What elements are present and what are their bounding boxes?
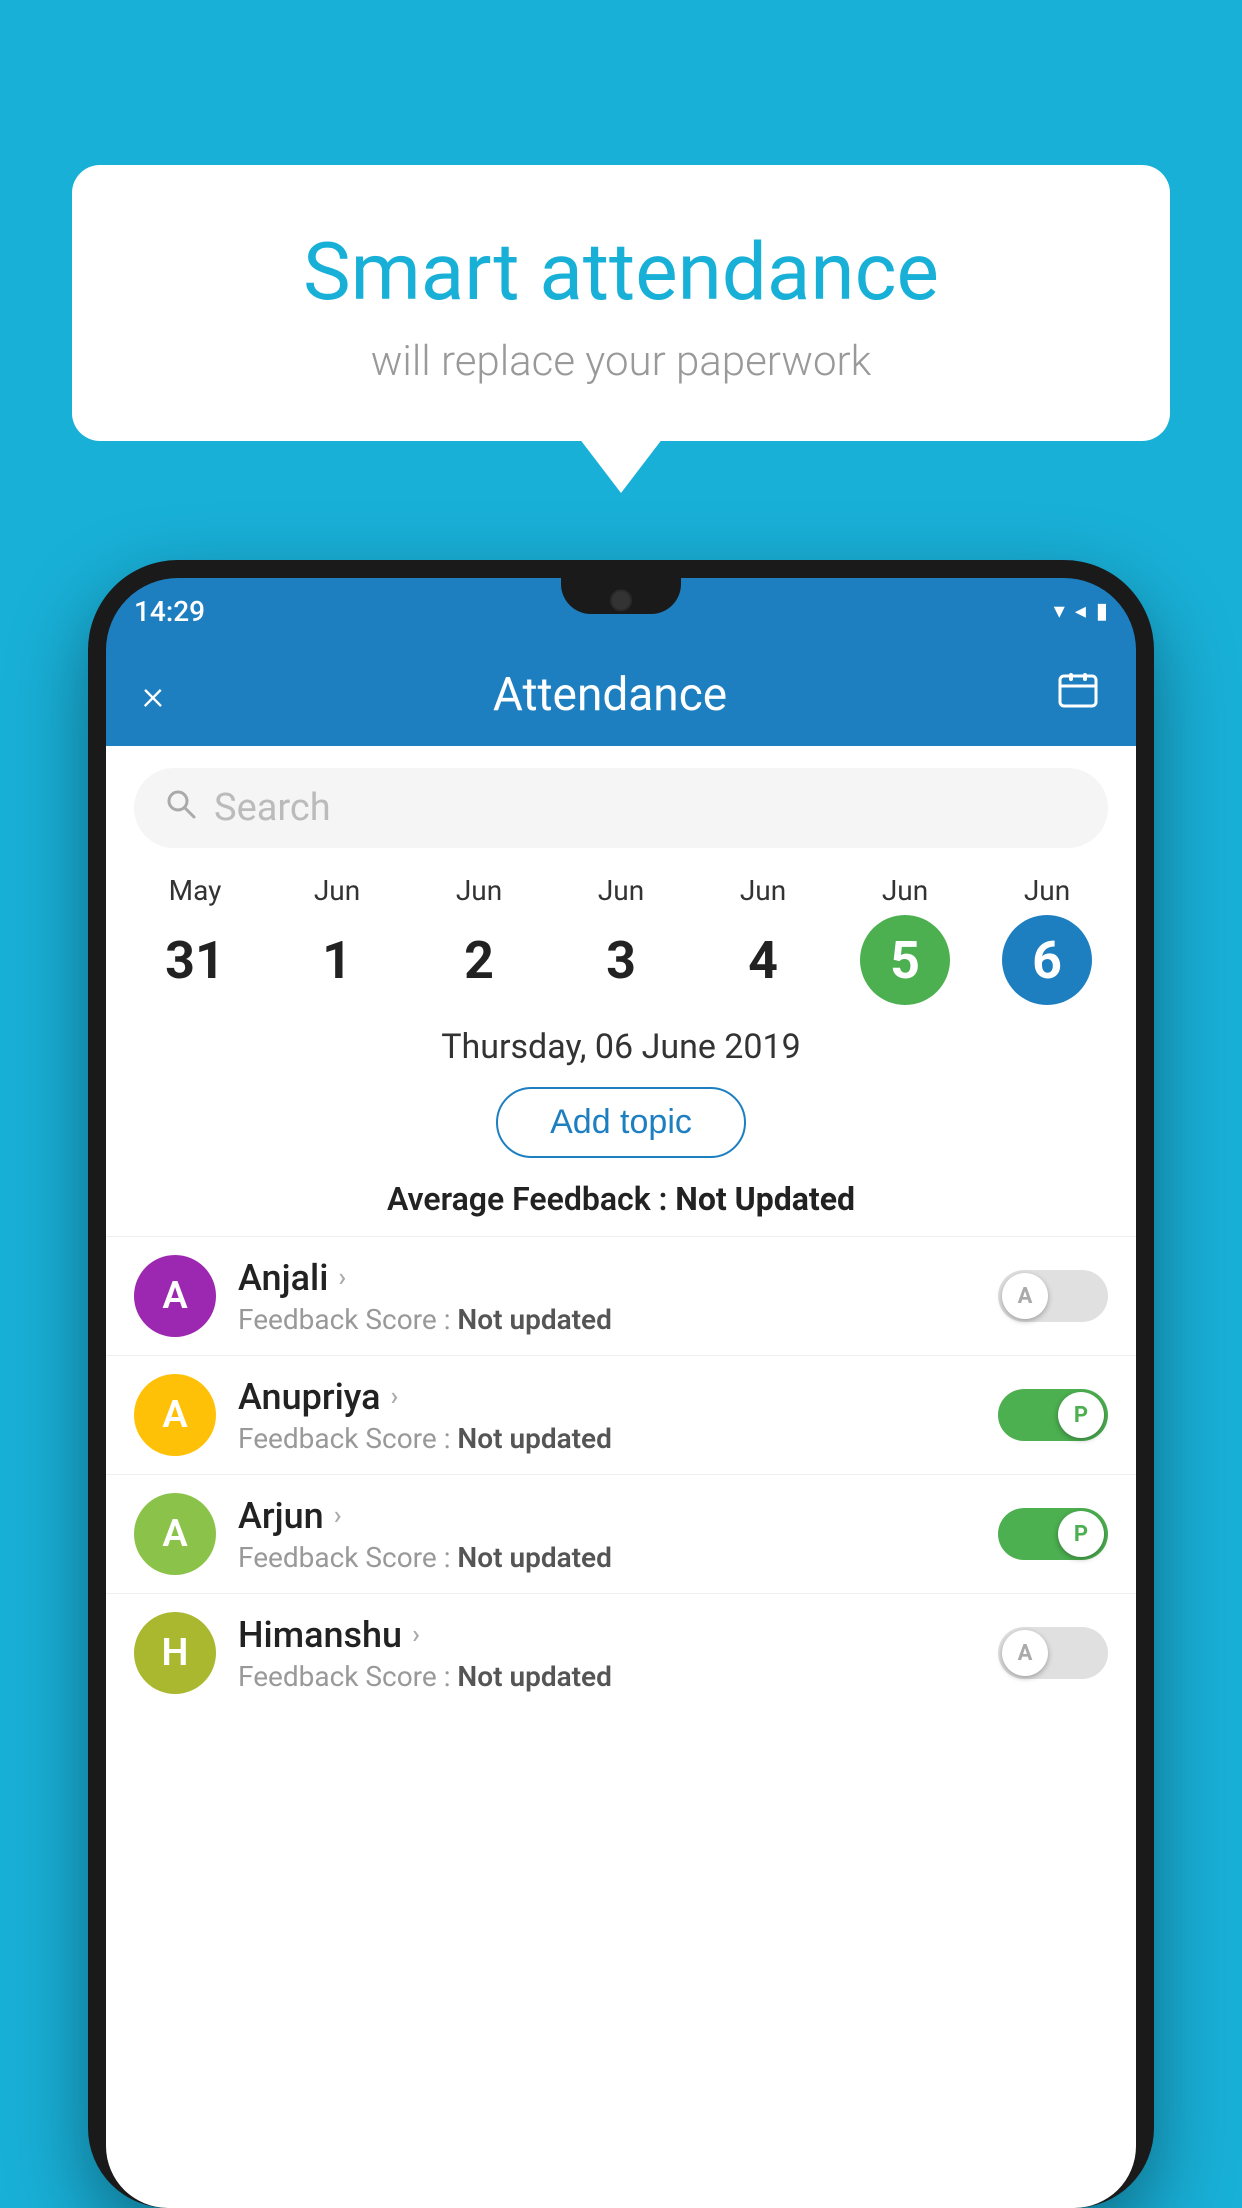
student-info: Anjali › Feedback Score : Not updated [238,1257,976,1336]
status-time: 14:29 [134,595,205,628]
avatar: A [134,1255,216,1337]
date-month: Jun [456,874,502,907]
student-list: AAnjali ›Feedback Score : Not updatedAAA… [106,1236,1136,1712]
search-input[interactable]: Search [214,786,331,830]
date-col[interactable]: Jun 6 [1002,874,1092,1005]
date-col[interactable]: Jun 1 [292,874,382,1005]
toggle-thumb: A [1002,1273,1048,1319]
date-col[interactable]: Jun 3 [576,874,666,1005]
attendance-toggle[interactable]: P [998,1508,1108,1560]
notch [561,578,681,614]
calendar-icon[interactable] [1056,668,1100,722]
feedback-score: Feedback Score : Not updated [238,1541,976,1574]
date-month: Jun [1024,874,1070,907]
search-bar[interactable]: Search [134,768,1108,848]
feedback-score: Feedback Score : Not updated [238,1660,976,1693]
date-col[interactable]: May 31 [150,874,240,1005]
date-month: Jun [314,874,360,907]
attendance-toggle[interactable]: A [998,1627,1108,1679]
student-info: Himanshu › Feedback Score : Not updated [238,1614,976,1693]
close-button[interactable]: × [142,671,164,720]
selected-date-label: Thursday, 06 June 2019 [106,1009,1136,1079]
wifi-icon: ▾ [1054,599,1065,624]
student-name: Anjali › [238,1257,976,1299]
date-col[interactable]: Jun 2 [434,874,524,1005]
status-bar: 14:29 ▾ ◂ ▮ [106,578,1136,644]
student-name: Anupriya › [238,1376,976,1418]
avatar: A [134,1374,216,1456]
avg-feedback: Average Feedback : Not Updated [106,1176,1136,1236]
signal-icon: ◂ [1075,599,1086,624]
date-day[interactable]: 2 [434,915,524,1005]
search-icon [164,787,198,830]
student-row[interactable]: A Anjali › Feedback Score : Not updated A [106,1236,1136,1355]
date-day[interactable]: 4 [718,915,808,1005]
bubble-title: Smart attendance [142,225,1100,319]
feedback-score: Feedback Score : Not updated [238,1303,976,1336]
avatar: H [134,1612,216,1694]
chevron-icon: › [334,1501,342,1531]
phone-shell: 14:29 ▾ ◂ ▮ × Attendance [88,560,1154,2208]
header-title: Attendance [493,668,727,722]
chevron-icon: › [412,1620,420,1650]
app-header: × Attendance [106,644,1136,746]
student-info: Arjun › Feedback Score : Not updated [238,1495,976,1574]
date-day[interactable]: 3 [576,915,666,1005]
toggle-thumb: P [1058,1511,1104,1557]
student-row[interactable]: H Himanshu › Feedback Score : Not updated A [106,1593,1136,1712]
camera [610,589,632,611]
date-month: Jun [598,874,644,907]
phone-content: Search May 31 Jun 1 Jun 2 Jun 3 Jun 4 Jun 5 Jun 6 Thu… [106,746,1136,2208]
student-name: Arjun › [238,1495,976,1537]
date-month: Jun [882,874,928,907]
date-picker: May 31 Jun 1 Jun 2 Jun 3 Jun 4 Jun 5 Jun 6 [106,864,1136,1009]
date-month: Jun [740,874,786,907]
student-name: Himanshu › [238,1614,976,1656]
chevron-icon: › [338,1263,346,1293]
phone-inner: 14:29 ▾ ◂ ▮ × Attendance [106,578,1136,2208]
date-day[interactable]: 6 [1002,915,1092,1005]
speech-bubble: Smart attendance will replace your paper… [72,165,1170,441]
bubble-subtitle: will replace your paperwork [142,337,1100,386]
status-icons: ▾ ◂ ▮ [1054,599,1108,624]
date-day[interactable]: 1 [292,915,382,1005]
student-row[interactable]: A Anupriya › Feedback Score : Not updated P [106,1355,1136,1474]
date-col[interactable]: Jun 5 [860,874,950,1005]
add-topic-button[interactable]: Add topic [496,1087,746,1158]
feedback-score: Feedback Score : Not updated [238,1422,976,1455]
toggle-thumb: P [1058,1392,1104,1438]
avatar: A [134,1493,216,1575]
student-row[interactable]: A Arjun › Feedback Score : Not updated P [106,1474,1136,1593]
chevron-icon: › [391,1382,399,1412]
attendance-toggle[interactable]: A [998,1270,1108,1322]
toggle-thumb: A [1002,1630,1048,1676]
date-day[interactable]: 31 [150,915,240,1005]
student-info: Anupriya › Feedback Score : Not updated [238,1376,976,1455]
date-day[interactable]: 5 [860,915,950,1005]
date-month: May [169,874,222,907]
date-col[interactable]: Jun 4 [718,874,808,1005]
battery-icon: ▮ [1096,599,1108,624]
attendance-toggle[interactable]: P [998,1389,1108,1441]
